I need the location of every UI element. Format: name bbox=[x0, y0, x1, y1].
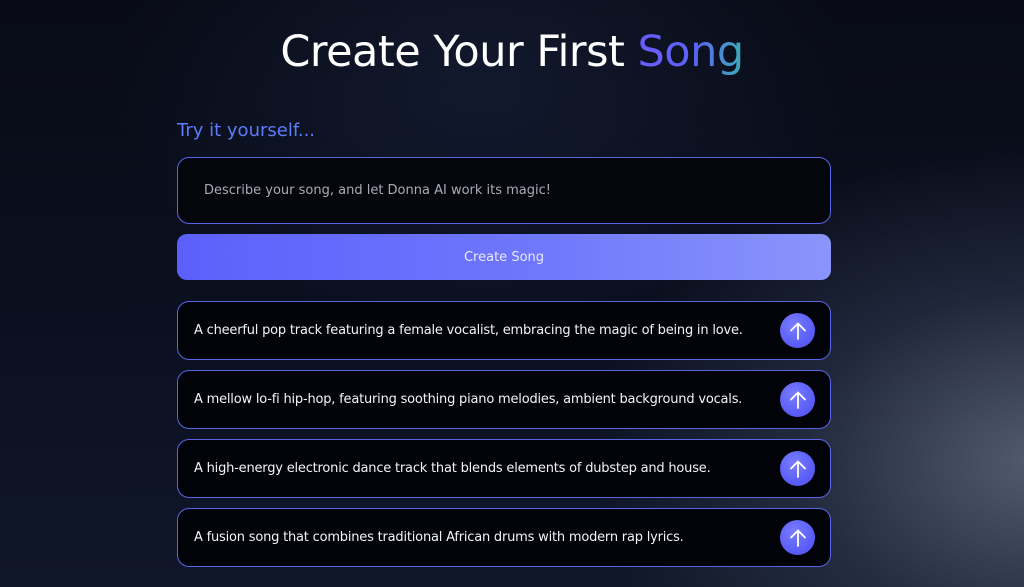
arrow-up-icon[interactable] bbox=[780, 313, 815, 348]
arrow-up-icon[interactable] bbox=[780, 520, 815, 555]
page-title-main: Create Your First bbox=[280, 27, 638, 77]
song-description-field[interactable] bbox=[177, 157, 831, 224]
suggestion-text: A mellow lo-fi hip-hop, featuring soothi… bbox=[194, 392, 743, 407]
suggestion-text: A cheerful pop track featuring a female … bbox=[194, 323, 743, 338]
song-description-input[interactable] bbox=[204, 183, 830, 198]
suggestion-item[interactable]: A cheerful pop track featuring a female … bbox=[177, 301, 831, 360]
suggestion-text: A fusion song that combines traditional … bbox=[194, 530, 684, 545]
suggestion-text: A high-energy electronic dance track tha… bbox=[194, 461, 711, 476]
arrow-up-icon[interactable] bbox=[780, 382, 815, 417]
arrow-up-icon[interactable] bbox=[780, 451, 815, 486]
page-title-accent: Song bbox=[637, 27, 745, 77]
suggestion-item[interactable]: A high-energy electronic dance track tha… bbox=[177, 439, 831, 498]
suggestion-list: A cheerful pop track featuring a female … bbox=[177, 301, 831, 577]
suggestion-item[interactable]: A mellow lo-fi hip-hop, featuring soothi… bbox=[177, 370, 831, 429]
create-song-button[interactable]: Create Song bbox=[177, 234, 831, 280]
try-it-label: Try it yourself... bbox=[177, 120, 316, 141]
page-title: Create Your First Song bbox=[0, 26, 1024, 78]
suggestion-item[interactable]: A fusion song that combines traditional … bbox=[177, 508, 831, 567]
